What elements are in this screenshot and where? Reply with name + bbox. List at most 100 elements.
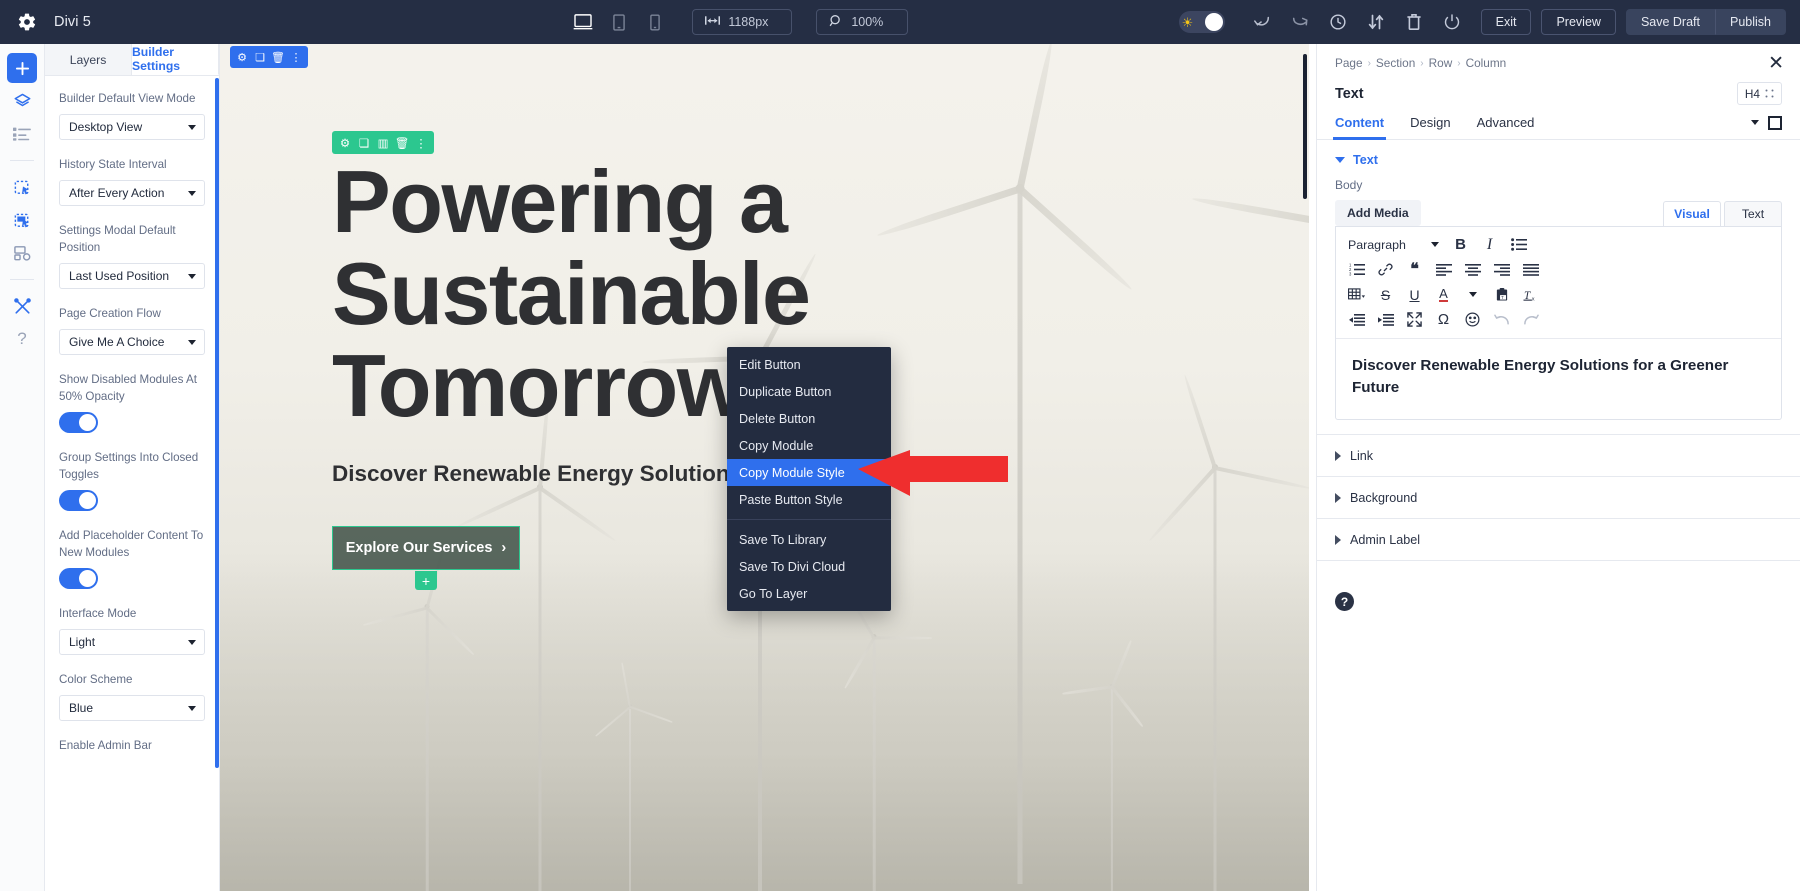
menu-item-save-to-library[interactable]: Save To Library — [727, 526, 891, 553]
select-history-state-interval[interactable]: After Every Action — [59, 180, 205, 206]
text-color-icon[interactable]: A — [1429, 282, 1458, 307]
fullscreen-icon[interactable] — [1400, 307, 1429, 332]
tab-content[interactable]: Content — [1332, 115, 1387, 140]
breadcrumb-column[interactable]: Column — [1466, 56, 1507, 70]
add-icon[interactable] — [7, 53, 37, 83]
blockquote-icon[interactable]: ❝ — [1400, 257, 1429, 282]
tab-layers[interactable]: Layers — [45, 44, 132, 75]
indent-icon[interactable] — [1371, 307, 1400, 332]
format-select[interactable]: Paragraph — [1342, 232, 1446, 257]
zoom-field[interactable]: 100% — [816, 9, 909, 35]
special-character-icon[interactable]: Ω — [1429, 307, 1458, 332]
responsive-icon[interactable] — [7, 238, 37, 268]
duplicate-icon[interactable]: ❏ — [252, 48, 268, 66]
menu-item-edit-button[interactable]: Edit Button — [727, 351, 891, 378]
menu-item-save-to-divi-cloud[interactable]: Save To Divi Cloud — [727, 553, 891, 580]
help-icon[interactable]: ? — [7, 324, 37, 354]
publish-button[interactable]: Publish — [1715, 9, 1786, 35]
table-icon[interactable] — [1342, 282, 1371, 307]
outdent-icon[interactable] — [1342, 307, 1371, 332]
tab-builder-settings[interactable]: Builder Settings — [132, 44, 219, 75]
align-left-icon[interactable] — [1429, 257, 1458, 282]
light-dark-toggle[interactable]: ☀ — [1178, 11, 1225, 33]
emoji-icon[interactable] — [1458, 307, 1487, 332]
power-icon[interactable] — [1437, 7, 1467, 37]
align-right-icon[interactable] — [1487, 257, 1516, 282]
align-justify-icon[interactable] — [1516, 257, 1545, 282]
hero-heading[interactable]: Powering a Sustainable Tomorrow — [332, 156, 1072, 432]
underline-icon[interactable]: U — [1400, 282, 1429, 307]
gear-icon[interactable]: ⚙ — [337, 133, 353, 152]
explore-our-services-button[interactable]: Explore Our Services › — [333, 527, 519, 569]
panel-layout-icon[interactable] — [1768, 115, 1782, 130]
gear-icon[interactable] — [16, 11, 38, 33]
left-panel-scrollbar[interactable] — [215, 78, 219, 768]
numbered-list-icon[interactable]: 123 — [1342, 257, 1371, 282]
select-settings-modal-default-position[interactable]: Last Used Position — [59, 263, 205, 289]
more-icon[interactable]: ⋮ — [413, 133, 429, 152]
undo-icon[interactable] — [1247, 7, 1277, 37]
menu-item-go-to-layer[interactable]: Go To Layer — [727, 580, 891, 607]
list-icon[interactable] — [7, 119, 37, 149]
italic-icon[interactable]: I — [1475, 232, 1504, 257]
canvas-scrollbar[interactable] — [1303, 54, 1307, 199]
tablet-view-icon[interactable] — [606, 9, 632, 35]
duplicate-icon[interactable]: ❏ — [356, 133, 372, 152]
undo-icon[interactable] — [1487, 307, 1516, 332]
breadcrumb-row[interactable]: Row — [1429, 56, 1453, 70]
tab-advanced[interactable]: Advanced — [1477, 115, 1535, 139]
section-text-header[interactable]: Text — [1317, 140, 1800, 176]
desktop-view-icon[interactable] — [570, 9, 596, 35]
add-module-button[interactable]: + — [415, 571, 437, 590]
select-color-scheme[interactable]: Blue — [59, 695, 205, 721]
canvas-width-field[interactable]: 1188px — [692, 9, 793, 35]
strikethrough-icon[interactable]: S — [1371, 282, 1400, 307]
redo-icon[interactable] — [1285, 7, 1315, 37]
toggle-add-placeholder[interactable] — [59, 568, 98, 589]
columns-icon[interactable]: ▥ — [375, 133, 391, 152]
chevron-down-icon[interactable] — [1458, 282, 1487, 307]
gear-icon[interactable]: ⚙ — [234, 48, 250, 66]
phone-view-icon[interactable] — [642, 9, 668, 35]
link-icon[interactable] — [1371, 257, 1400, 282]
menu-item-delete-button[interactable]: Delete Button — [727, 405, 891, 432]
bold-icon[interactable]: B — [1446, 232, 1475, 257]
tab-design[interactable]: Design — [1410, 115, 1450, 139]
tab-visual[interactable]: Visual — [1663, 201, 1721, 226]
add-media-button[interactable]: Add Media — [1335, 200, 1421, 226]
help-icon[interactable]: ? — [1335, 592, 1354, 611]
select-interface-mode[interactable]: Light — [59, 629, 205, 655]
layers-icon[interactable] — [7, 86, 37, 116]
redo-icon[interactable] — [1516, 307, 1545, 332]
trash-icon[interactable]: 🗑 — [394, 133, 410, 152]
trash-icon[interactable]: 🗑 — [270, 48, 286, 66]
clear-formatting-icon[interactable]: Tx — [1516, 282, 1545, 307]
breadcrumb-page[interactable]: Page — [1335, 56, 1363, 70]
bulleted-list-icon[interactable] — [1504, 232, 1533, 257]
select-builder-default-view-mode[interactable]: Desktop View — [59, 114, 205, 140]
accordion-admin-label[interactable]: Admin Label — [1317, 519, 1800, 560]
more-icon[interactable]: ⋮ — [288, 48, 304, 66]
copy-select-icon[interactable] — [7, 172, 37, 202]
toggle-group-settings[interactable] — [59, 490, 98, 511]
editor-content[interactable]: Discover Renewable Energy Solutions for … — [1336, 339, 1781, 419]
align-center-icon[interactable] — [1458, 257, 1487, 282]
paste-text-icon[interactable]: T — [1487, 282, 1516, 307]
preview-button[interactable]: Preview — [1541, 9, 1616, 35]
accordion-link[interactable]: Link — [1317, 435, 1800, 476]
select-page-creation-flow[interactable]: Give Me A Choice — [59, 329, 205, 355]
accordion-background[interactable]: Background — [1317, 477, 1800, 518]
sort-icon[interactable] — [1361, 7, 1391, 37]
history-icon[interactable] — [1323, 7, 1353, 37]
multi-select-icon[interactable] — [7, 205, 37, 235]
tools-icon[interactable] — [7, 291, 37, 321]
trash-icon[interactable] — [1399, 7, 1429, 37]
chevron-down-icon[interactable] — [1751, 120, 1759, 125]
toggle-show-disabled-modules[interactable] — [59, 412, 98, 433]
breadcrumb-section[interactable]: Section — [1376, 56, 1415, 70]
heading-tag-selector[interactable]: H4 — [1736, 82, 1782, 105]
save-draft-button[interactable]: Save Draft — [1625, 9, 1715, 35]
close-icon[interactable]: ✕ — [1768, 54, 1784, 73]
tab-text[interactable]: Text — [1724, 201, 1782, 226]
exit-button[interactable]: Exit — [1480, 9, 1532, 35]
